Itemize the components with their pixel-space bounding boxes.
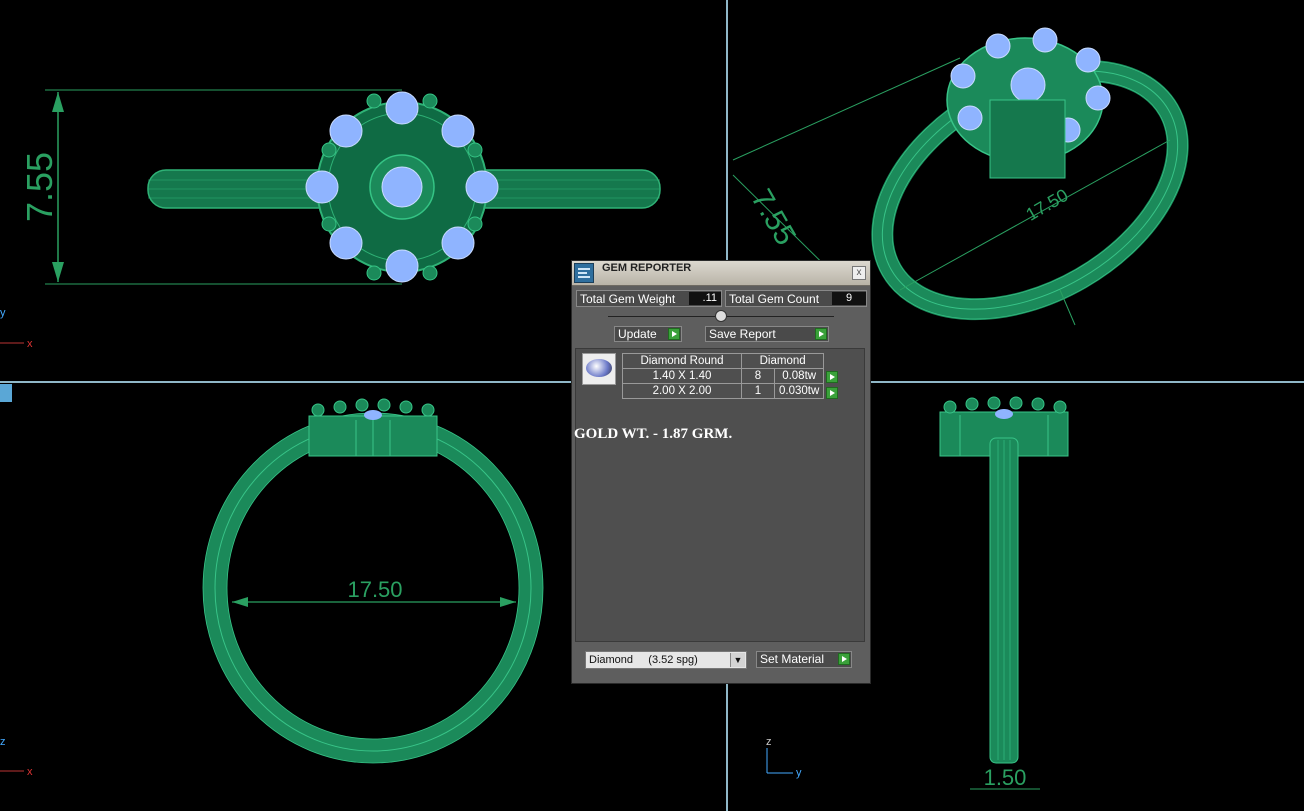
set-material-button-label: Set Material	[760, 652, 825, 666]
total-gem-weight-value: .11	[689, 292, 721, 305]
gem-table-header-material: Diamond	[740, 353, 825, 369]
top-view-dimension: 7.55	[19, 152, 60, 222]
dialog-titlebar[interactable]: GEM REPORTER x	[572, 261, 870, 286]
total-gem-count-label: Total Gem Count	[729, 292, 820, 306]
gem-count-cell: 8	[741, 368, 775, 384]
total-gem-weight-field: Total Gem Weight .11	[576, 290, 722, 307]
axis-x-label: x	[27, 766, 33, 778]
gem-table-header-row: Diamond Round Diamond	[622, 353, 825, 369]
update-button[interactable]: Update	[614, 326, 682, 342]
play-icon	[668, 328, 680, 340]
gold-weight-note: GOLD WT. - 1.87 GRM.	[574, 426, 733, 442]
axis-x-label: x	[27, 338, 33, 350]
gem-reporter-dialog: GEM REPORTER x Total Gem Weight .11 Tota…	[571, 260, 871, 684]
center-gem-top	[381, 166, 423, 208]
play-icon	[815, 328, 827, 340]
table-row: 2.00 X 2.00 1 0.030tw	[622, 383, 825, 399]
gem-count-cell: 1	[741, 383, 775, 399]
axis-y-label: y	[796, 767, 802, 779]
gem-weight-cell: 0.08tw	[773, 368, 825, 384]
gem-size-cell: 1.40 X 1.40	[622, 368, 742, 384]
gem-reporter-app-icon	[574, 263, 594, 283]
dialog-title: GEM REPORTER	[602, 262, 692, 274]
axis-z-label: z	[0, 736, 6, 748]
row-select-icon[interactable]	[826, 387, 838, 399]
set-material-button[interactable]: Set Material	[756, 651, 852, 668]
update-button-label: Update	[618, 327, 657, 341]
total-gem-count-field: Total Gem Count 9	[725, 290, 867, 307]
diamond-round-icon[interactable]	[582, 353, 616, 385]
gem-front	[364, 410, 382, 420]
save-report-button[interactable]: Save Report	[705, 326, 829, 342]
front-view-diameter: 17.50	[347, 577, 402, 602]
gem-weight-cell: 0.030tw	[773, 383, 825, 399]
axis-y-label: y	[0, 307, 6, 319]
total-gem-count-value: 9	[832, 292, 866, 305]
table-row: 1.40 X 1.40 8 0.08tw	[622, 368, 825, 384]
side-view-width: 1.50	[984, 765, 1027, 790]
viewport-menu-icon	[0, 384, 12, 402]
material-select-value: Diamond (3.52 spg)	[589, 654, 698, 666]
gem-table: Diamond Round Diamond 1.40 X 1.40 8 0.08…	[622, 353, 825, 399]
perspective-length-dimension: 17.50	[1022, 185, 1071, 225]
gem-size-cell: 2.00 X 2.00	[622, 383, 742, 399]
axis-z-label: z	[766, 736, 772, 748]
row-select-icon[interactable]	[826, 371, 838, 383]
save-report-button-label: Save Report	[709, 327, 776, 341]
top-view: 7.55 x y	[0, 89, 661, 350]
perspective-height-dimension: 7.55	[744, 184, 802, 251]
gem-list-panel: Diamond Round Diamond 1.40 X 1.40 8 0.08…	[574, 348, 865, 642]
total-gem-weight-label: Total Gem Weight	[580, 292, 676, 306]
play-icon	[838, 653, 850, 665]
material-select[interactable]: Diamond (3.52 spg) ▼	[585, 651, 747, 669]
splitter-handle-icon[interactable]	[715, 310, 727, 322]
front-view: 17.50 x z	[0, 398, 544, 778]
chevron-down-icon[interactable]: ▼	[730, 653, 745, 667]
close-icon[interactable]: x	[852, 266, 866, 280]
gem-table-header-shape: Diamond Round	[622, 353, 742, 369]
gallery-perspective	[989, 99, 1066, 179]
